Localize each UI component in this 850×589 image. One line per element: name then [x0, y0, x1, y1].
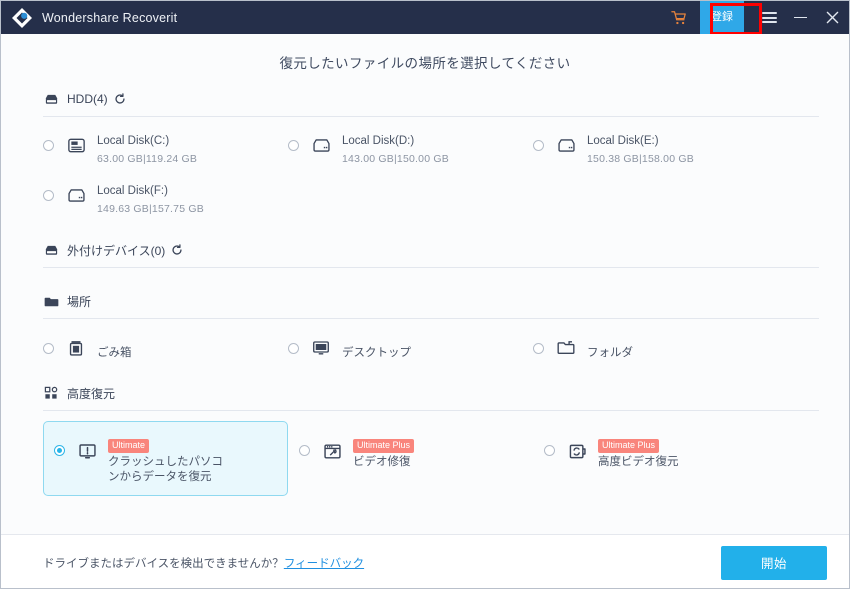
- recoverit-window: Wondershare Recoverit 登録 復元したいファイルの場所を選択…: [0, 0, 850, 589]
- advanced-radio[interactable]: [54, 445, 65, 456]
- advanced-text: Ultimate クラッシュしたパソコンからデータを復元: [108, 435, 226, 485]
- register-button[interactable]: 登録: [700, 1, 744, 38]
- section-header-places: 場所: [1, 290, 849, 312]
- place-radio[interactable]: [43, 343, 54, 354]
- section-label-hdd: HDD(4): [67, 92, 108, 106]
- local-disk-icon: [310, 134, 332, 156]
- drive-info: Local Disk(F:) 149.63 GB|157.75 GB: [97, 181, 204, 217]
- section-label-places: 場所: [67, 294, 92, 309]
- place-radio[interactable]: [288, 343, 299, 354]
- drive-item[interactable]: Local Disk(C:) 63.00 GB|119.24 GB: [43, 117, 288, 167]
- desktop-monitor-icon: [310, 337, 332, 359]
- minimize-icon[interactable]: [785, 1, 815, 34]
- crashed-computer-icon: [76, 440, 98, 462]
- start-button[interactable]: 開始: [721, 545, 827, 580]
- drive-capacity: 63.00 GB|119.24 GB: [97, 153, 198, 165]
- window-controls: 登録: [662, 1, 849, 38]
- places-grid: ごみ箱 デスクトップ フォルダ: [1, 319, 849, 360]
- drive-item[interactable]: Local Disk(F:) 149.63 GB|157.75 GB: [43, 167, 288, 217]
- section-header-external: 外付けデバイス(0): [1, 239, 849, 261]
- advanced-video-recovery-icon: [566, 440, 588, 462]
- advanced-label: 高度ビデオ復元: [598, 456, 679, 468]
- wondershare-diamond-logo-icon: [11, 7, 33, 29]
- drive-info: Local Disk(C:) 63.00 GB|119.24 GB: [97, 131, 197, 167]
- drive-name: Local Disk(F:): [97, 185, 168, 197]
- advanced-item-video-repair[interactable]: Ultimate Plus ビデオ修復: [288, 421, 533, 496]
- advanced-item-crashed-computer[interactable]: Ultimate クラッシュしたパソコンからデータを復元: [43, 421, 288, 496]
- page-title: 復元したいファイルの場所を選択してください: [279, 56, 571, 71]
- hard-drive-icon: [43, 91, 59, 107]
- advanced-radio[interactable]: [544, 445, 555, 456]
- advanced-item-advanced-video-recovery[interactable]: Ultimate Plus 高度ビデオ復元: [533, 421, 778, 496]
- section-header-advanced: 高度復元: [1, 382, 849, 404]
- advanced-text: Ultimate Plus 高度ビデオ復元: [598, 435, 679, 470]
- place-label: フォルダ: [587, 347, 633, 359]
- drive-capacity: 149.63 GB|157.75 GB: [97, 203, 204, 215]
- footer-bar: ドライブまたはデバイスを検出できませんか？ フィードバック 開始: [1, 534, 849, 588]
- external-device-icon: [43, 242, 59, 258]
- drive-radio[interactable]: [43, 140, 54, 151]
- footer-question: ドライブまたはデバイスを検出できませんか？: [43, 557, 284, 570]
- place-item-desktop[interactable]: デスクトップ: [288, 323, 533, 360]
- title-bar: Wondershare Recoverit 登録: [1, 1, 849, 38]
- drive-name: Local Disk(D:): [342, 135, 415, 147]
- drive-grid: Local Disk(C:) 63.00 GB|119.24 GB Local …: [1, 117, 849, 217]
- video-repair-icon: [321, 440, 343, 462]
- section-label-advanced: 高度復元: [67, 386, 116, 401]
- advanced-grid: Ultimate クラッシュしたパソコンからデータを復元 Ultimate Pl…: [1, 411, 849, 496]
- place-item-folder[interactable]: フォルダ: [533, 323, 778, 360]
- feedback-link[interactable]: フィードバック: [284, 555, 364, 571]
- drive-info: Local Disk(D:) 143.00 GB|150.00 GB: [342, 131, 449, 167]
- advanced-label: クラッシュしたパソコンからデータを復元: [108, 456, 223, 483]
- section-label-external: 外付けデバイス(0): [67, 243, 166, 258]
- drive-radio[interactable]: [43, 190, 54, 201]
- drive-name: Local Disk(E:): [587, 135, 659, 147]
- main-content: 復元したいファイルの場所を選択してください HDD(4) Local Disk(…: [1, 34, 849, 588]
- advanced-label: ビデオ修復: [353, 456, 411, 468]
- local-disk-icon: [555, 134, 577, 156]
- drive-item[interactable]: Local Disk(D:) 143.00 GB|150.00 GB: [288, 117, 533, 167]
- drive-radio[interactable]: [533, 140, 544, 151]
- drive-capacity: 143.00 GB|150.00 GB: [342, 153, 449, 165]
- plan-badge: Ultimate Plus: [598, 439, 660, 453]
- grid-squares-icon: [43, 385, 59, 401]
- advanced-text: Ultimate Plus ビデオ修復: [353, 435, 415, 470]
- drive-info: Local Disk(E:) 150.38 GB|158.00 GB: [587, 131, 694, 167]
- local-disk-icon: [65, 184, 87, 206]
- refresh-icon[interactable]: [171, 244, 183, 256]
- hamburger-menu-icon[interactable]: [753, 1, 785, 34]
- refresh-icon[interactable]: [114, 93, 126, 105]
- drive-name: Local Disk(C:): [97, 135, 170, 147]
- drive-radio[interactable]: [288, 140, 299, 151]
- place-radio[interactable]: [533, 343, 544, 354]
- folder-select-icon: [555, 337, 577, 359]
- plan-badge: Ultimate: [108, 439, 150, 453]
- plan-badge: Ultimate Plus: [353, 439, 415, 453]
- close-icon[interactable]: [815, 1, 849, 34]
- recycle-bin-icon: [65, 337, 87, 359]
- advanced-radio[interactable]: [299, 445, 310, 456]
- place-label: ごみ箱: [97, 347, 132, 359]
- drive-capacity: 150.38 GB|158.00 GB: [587, 153, 694, 165]
- folder-icon: [43, 293, 59, 309]
- divider-external: [43, 267, 819, 268]
- place-label: デスクトップ: [342, 347, 411, 359]
- shopping-cart-icon[interactable]: [662, 1, 696, 34]
- section-header-hdd: HDD(4): [1, 88, 849, 110]
- app-title: Wondershare Recoverit: [42, 10, 178, 25]
- place-item-recycle-bin[interactable]: ごみ箱: [43, 323, 288, 360]
- drive-item[interactable]: Local Disk(E:) 150.38 GB|158.00 GB: [533, 117, 778, 167]
- local-disk-icon: [65, 134, 87, 156]
